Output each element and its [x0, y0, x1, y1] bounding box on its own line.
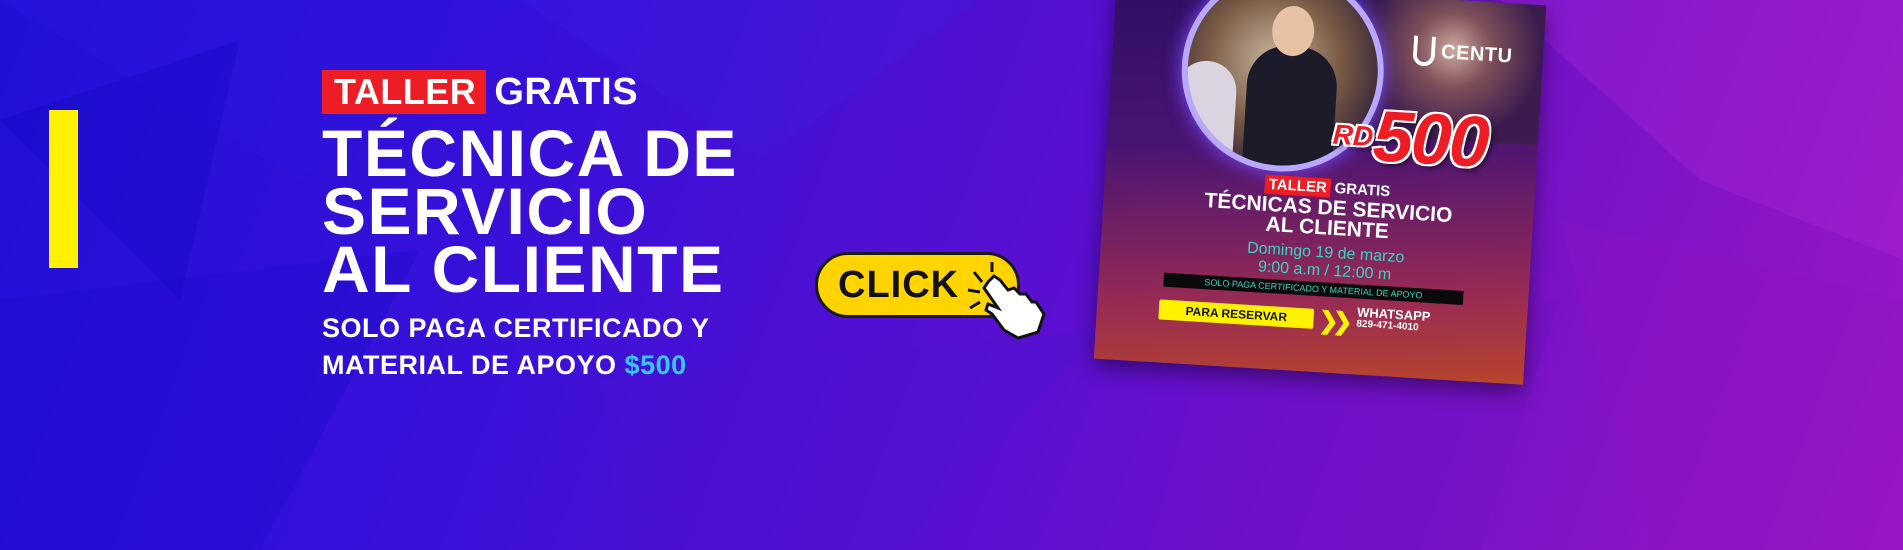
flyer-reserve-button: PARA RESERVAR — [1158, 299, 1315, 329]
centu-logo-text: CENTU — [1440, 40, 1514, 67]
centu-logo-icon — [1412, 35, 1437, 67]
double-arrow-icon: ❯❯ — [1317, 307, 1348, 336]
flyer-whatsapp: WHATSAPP 829-471-4010 — [1356, 305, 1431, 335]
subtitle-line2: MATERIAL DE APOYO — [322, 350, 617, 380]
person-figure — [1241, 43, 1340, 178]
subtitle-line1: SOLO PAGA CERTIFICADO Y — [322, 313, 710, 343]
flyer-price: RD500 — [1330, 93, 1490, 184]
promo-banner: TALLER GRATIS TÉCNICA DE SERVICIO AL CLI… — [0, 0, 1903, 550]
person-figure-2 — [1175, 59, 1239, 173]
flyer-price-value: 500 — [1370, 96, 1490, 184]
pointing-hand-icon — [967, 262, 1046, 340]
tag-gratis: GRATIS — [494, 70, 639, 113]
tag-taller: TALLER — [322, 70, 487, 114]
yellow-accent-bar — [49, 110, 78, 268]
flyer-price-prefix: RD — [1331, 118, 1375, 153]
price-text: $500 — [624, 350, 687, 380]
event-flyer: CENTU RD500 TALLER GRATIS TÉCNICAS DE SE… — [1093, 0, 1547, 385]
tag-row: TALLER GRATIS — [322, 70, 1082, 114]
click-button-label: CLICK — [838, 263, 960, 306]
centu-logo: CENTU — [1412, 35, 1513, 71]
